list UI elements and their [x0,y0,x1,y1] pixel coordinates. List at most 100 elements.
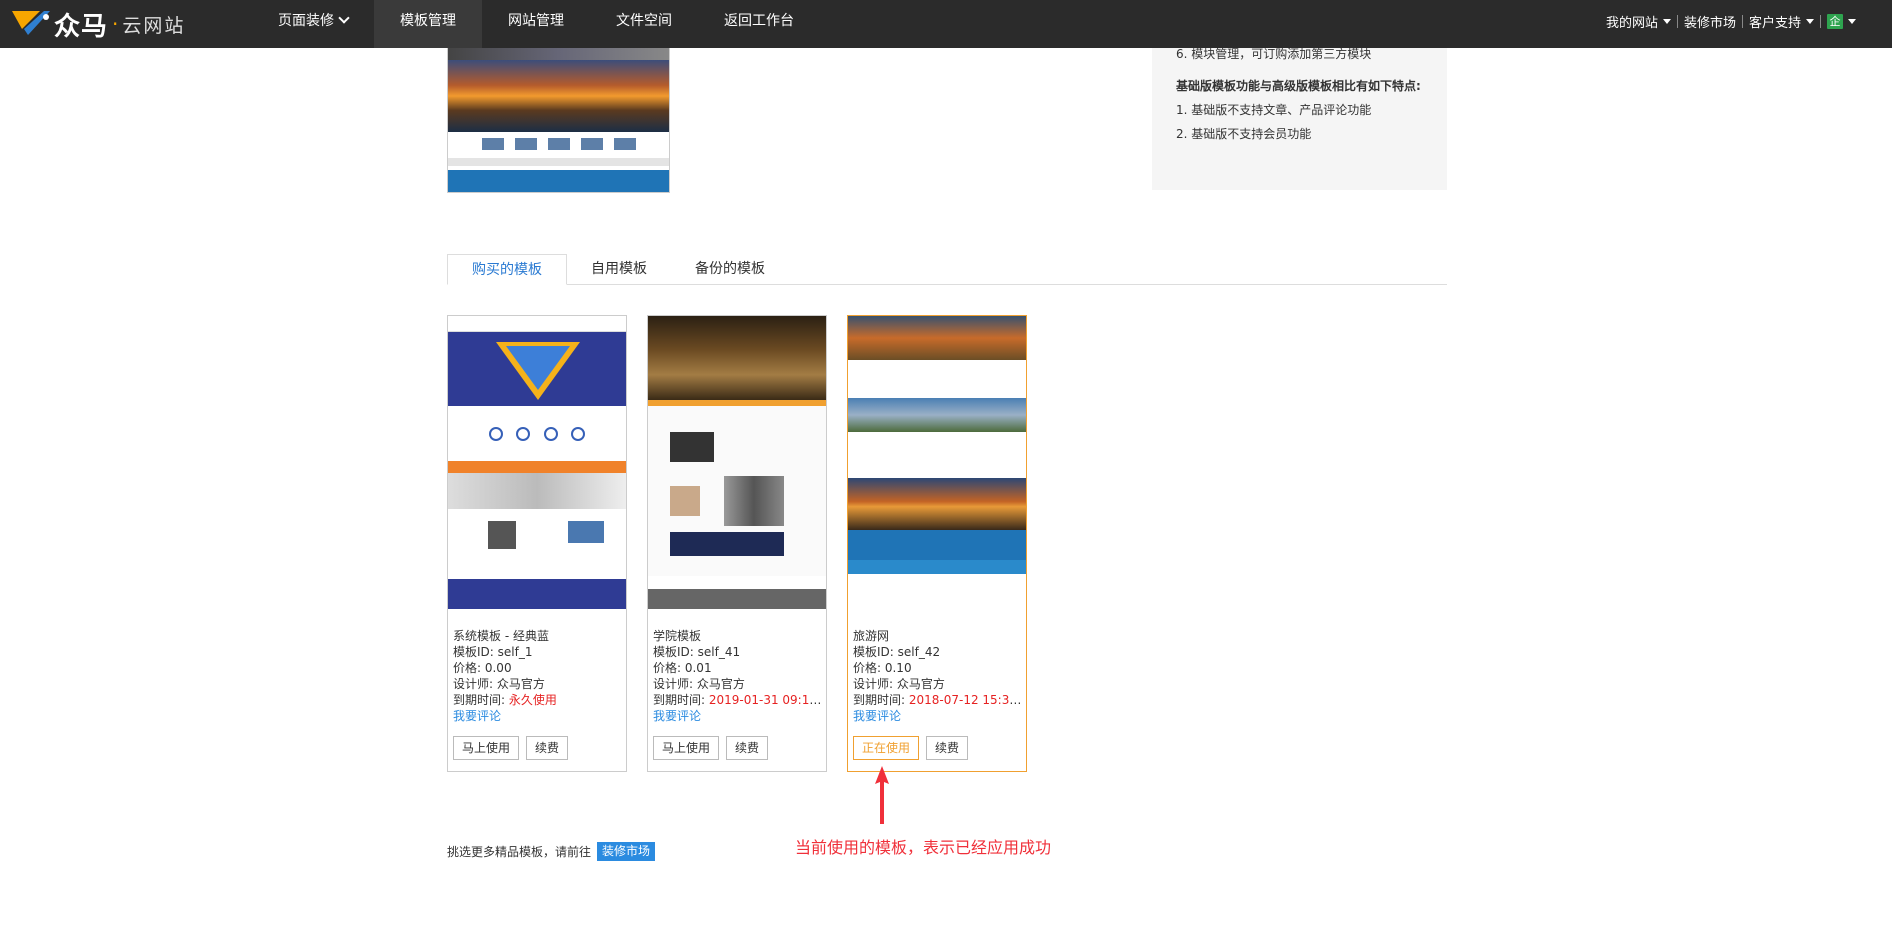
logo-icon [12,11,50,35]
expiry-value: 2018-07-12 15:33... [908,693,1022,707]
template-price: 价格: 0.01 [653,661,712,675]
thumb-section [848,432,1026,478]
nav-site-management[interactable]: 网站管理 [482,0,590,48]
template-thumbnail[interactable] [448,316,626,609]
annotation-text: 当前使用的模板，表示已经应用成功 [795,838,1052,857]
template-card: 学院模板 模板ID: self_41 价格: 0.01 设计师: 众马官方 到期… [647,315,827,772]
thumb-icons [448,406,626,461]
nav-label: 页面装修 [278,13,334,29]
info-item: 2. 基础版不支持会员功能 [1176,127,1312,141]
thumb-hero [848,316,1026,360]
preview-thumb [547,138,570,150]
decoration-market-button[interactable]: 装修市场 [597,842,656,861]
tab-purchased-templates[interactable]: 购买的模板 [447,254,567,285]
template-id: 模板ID: self_41 [653,645,741,659]
template-thumbnail[interactable] [848,316,1026,609]
renew-button[interactable]: 续费 [926,736,969,760]
brand-subtitle: 云网站 [122,14,186,37]
thumb-footer-bar [848,560,1026,574]
thumb-circle [571,426,586,441]
thumb-gallery [724,476,784,526]
caret-down-icon [1806,18,1814,24]
template-thumbnail[interactable] [648,316,826,609]
thumb-band [448,473,626,509]
thumb-circle [516,426,531,441]
enterprise-menu[interactable]: 企 [1821,13,1862,29]
card-actions: 马上使用 续费 [653,736,769,760]
thumb-band [448,461,626,473]
preview-bar [448,158,669,166]
thumb-photo [670,486,700,516]
thumb-section [848,360,1026,398]
renew-button[interactable]: 续费 [726,736,769,760]
template-expiry: 到期时间: 2018-07-12 15:33... [853,692,1022,708]
brand-logo[interactable]: 众马 · 云网站 [10,5,185,43]
template-id: 模板ID: self_42 [853,645,941,659]
nav-template-management[interactable]: 模板管理 [374,0,482,48]
renew-button[interactable]: 续费 [526,736,569,760]
thumb-footer [848,530,1026,560]
chevron-down-icon [338,12,350,24]
thumb-banner [670,532,784,556]
caret-down-icon [1848,18,1856,24]
preview-thumb [514,138,537,150]
thumb-photo [488,521,516,549]
thumb-hero [648,316,826,400]
thumb-body [648,406,826,576]
preview-thumb [580,138,603,150]
tab-own-templates[interactable]: 自用模板 [567,254,671,285]
thumb-landscape [848,398,1026,432]
review-link[interactable]: 我要评论 [853,708,1022,724]
market-link[interactable]: 装修市场 [1678,12,1742,31]
info-heading: 基础版模板功能与高级版模板相比有如下特点: [1176,79,1421,93]
template-card-current: 旅游网 模板ID: self_42 价格: 0.10 设计师: 众马官方 到期时… [847,315,1027,772]
template-expiry: 到期时间: 2019-01-31 09:16... [653,692,822,708]
in-use-button[interactable]: 正在使用 [853,736,920,760]
more-templates: 挑选更多精品模板，请前往 装修市场 [447,842,656,861]
enterprise-badge: 企 [1827,13,1843,29]
thumb-circle [543,426,558,441]
my-site-label: 我的网站 [1605,15,1658,31]
preview-thumb [613,138,636,150]
thumb-hero [448,332,626,406]
my-site-menu[interactable]: 我的网站 [1600,12,1677,31]
preview-thumb [481,138,504,150]
arrow-up-icon [875,766,889,824]
nav-page-decoration[interactable]: 页面装修 [252,0,374,48]
template-designer: 设计师: 众马官方 [453,677,545,691]
brand-name: 众马 [54,11,109,42]
thumb-footer [448,579,626,609]
use-now-button[interactable]: 马上使用 [653,736,720,760]
main-nav: 页面装修 模板管理 网站管理 文件空间 返回工作台 [252,0,820,48]
thumb-body [448,509,626,579]
template-price: 价格: 0.00 [453,661,512,675]
expiry-value: 永久使用 [508,693,557,707]
review-link[interactable]: 我要评论 [453,708,622,724]
thumb-footer [648,589,826,609]
nav-back-to-workbench[interactable]: 返回工作台 [698,0,820,48]
thumb-header [448,316,626,332]
nav-file-space[interactable]: 文件空间 [590,0,698,48]
template-details: 学院模板 模板ID: self_41 价格: 0.01 设计师: 众马官方 到期… [653,628,822,724]
version-info-panel: 6. 模块管理，可订购添加第三方模块 基础版模板功能与高级版模板相比有如下特点:… [1152,47,1447,190]
preview-strip [448,48,669,60]
caret-down-icon [1662,18,1671,24]
card-actions: 正在使用 续费 [853,736,969,760]
thumb-circle [488,426,503,441]
template-card: 系统模板 - 经典蓝 模板ID: self_1 价格: 0.00 设计师: 众马… [447,315,627,772]
review-link[interactable]: 我要评论 [653,708,822,724]
template-id: 模板ID: self_1 [453,645,533,659]
top-navbar: 众马 · 云网站 页面装修 模板管理 网站管理 文件空间 返回工作台 我的网站 … [0,0,1892,48]
more-templates-text: 挑选更多精品模板，请前往 [447,845,592,859]
support-label: 客户支持 [1748,15,1801,31]
support-menu[interactable]: 客户支持 [1743,12,1820,31]
thumb-shape [506,346,570,390]
user-nav: 我的网站 装修市场 客户支持 企 [1600,0,1862,42]
template-designer: 设计师: 众马官方 [653,677,745,691]
thumb-video [670,432,714,462]
template-name: 旅游网 [853,629,890,643]
preview-thumbs [448,132,669,150]
tab-backup-templates[interactable]: 备份的模板 [671,254,789,285]
use-now-button[interactable]: 马上使用 [453,736,520,760]
thumb-sunset [848,478,1026,530]
